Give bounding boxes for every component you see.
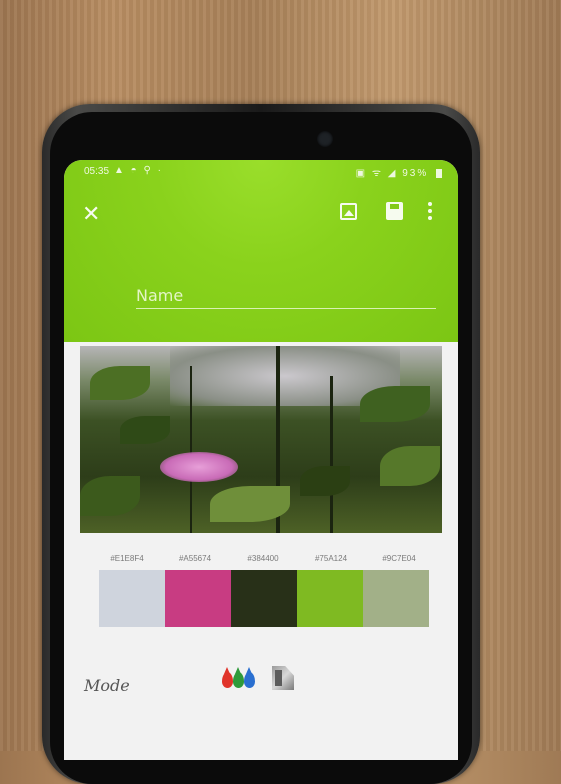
hex-labels: #E1E8F4 #A55674 #384400 #75A124 #9C7E04 <box>94 554 434 568</box>
source-photo <box>80 346 442 533</box>
status-bar: 05:35 ▲ ◓ ⚲ · ▣ ᯤ ◢ 93% <box>64 160 458 182</box>
color-swatch[interactable] <box>231 570 297 627</box>
system-icons: ▣ ᯤ ◢ 93% <box>356 165 442 179</box>
front-camera-icon <box>317 131 333 147</box>
hex-label: #75A124 <box>314 554 348 563</box>
color-drops-icon[interactable] <box>222 667 258 694</box>
hex-label: #A55674 <box>178 554 212 563</box>
palette-swatches <box>99 570 429 627</box>
status-time: 05:35 <box>84 166 110 177</box>
color-swatch[interactable] <box>99 570 165 627</box>
save-icon[interactable] <box>386 202 403 220</box>
drop-icon <box>244 667 255 688</box>
close-icon[interactable]: ✕ <box>82 203 100 225</box>
color-swatch[interactable] <box>297 570 363 627</box>
drop-icon <box>222 667 233 688</box>
color-swatch[interactable] <box>363 570 429 627</box>
signal-icons: ▣ ᯤ ◢ <box>355 168 398 179</box>
app-screen: 05:35 ▲ ◓ ⚲ · ▣ ᯤ ◢ 93% ✕ #E1E8F4 #A5567… <box>64 160 458 760</box>
more-vert-icon[interactable] <box>428 202 432 220</box>
notification-icons: ▲ ◓ ⚲ · <box>114 165 163 176</box>
hex-label: #9C7E04 <box>382 554 416 563</box>
name-input[interactable] <box>136 282 436 309</box>
drop-icon <box>233 667 244 688</box>
mode-label: Mode <box>84 676 130 695</box>
grayscale-icon[interactable] <box>272 666 294 690</box>
app-header: 05:35 ▲ ◓ ⚲ · ▣ ᯤ ◢ 93% ✕ <box>64 160 458 342</box>
hex-label: #384400 <box>247 554 279 563</box>
color-swatch[interactable] <box>165 570 231 627</box>
battery-icon <box>436 168 442 178</box>
flower <box>160 452 238 482</box>
battery-level: 93% <box>402 168 429 179</box>
image-icon[interactable] <box>340 203 357 220</box>
hex-label: #E1E8F4 <box>110 554 144 563</box>
